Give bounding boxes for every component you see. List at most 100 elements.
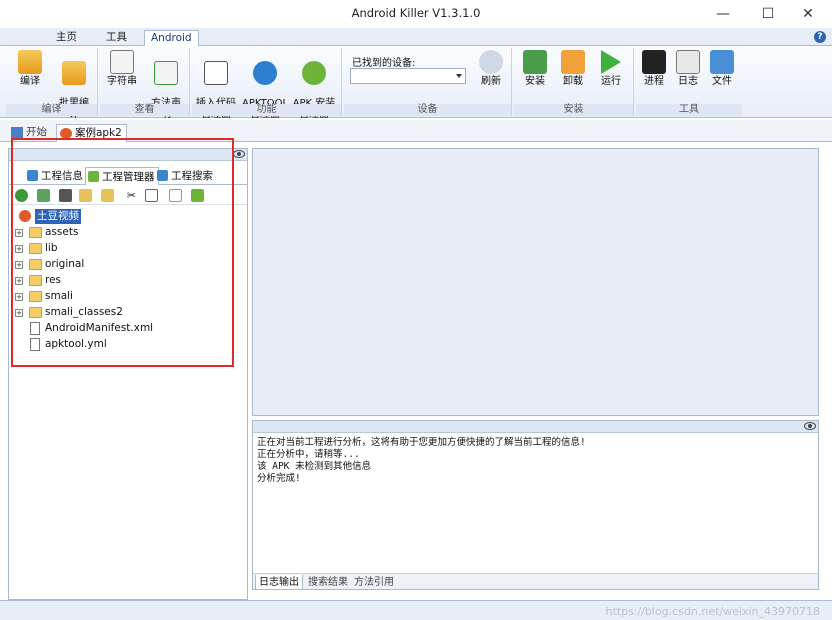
tree-item-label: AndroidManifest.xml xyxy=(45,322,154,334)
found-devices-label: 已找到的设备: xyxy=(352,58,416,69)
document-tab-bar: 开始 案例apk2 xyxy=(0,120,832,142)
tree-item-label: assets xyxy=(45,226,79,238)
log-panel: 正在对当前工程进行分析，这将有助于您更加方便快捷的了解当前工程的信息! 正在分析… xyxy=(252,420,819,590)
cut-icon[interactable]: ✂ xyxy=(125,189,138,202)
project-icon xyxy=(60,128,72,139)
log-button[interactable]: 日志 xyxy=(672,50,704,87)
window-icon[interactable] xyxy=(59,189,72,202)
watermark: https://blog.csdn.net/weixin_43970718 xyxy=(605,605,820,618)
run-button[interactable]: 运行 xyxy=(594,50,628,87)
refresh-button[interactable]: 刷新 xyxy=(474,50,508,87)
maximize-button[interactable]: ☐ xyxy=(752,3,784,25)
log-line: 正在对当前工程进行分析，这将有助于您更加方便快捷的了解当前工程的信息! xyxy=(257,437,586,448)
tree-item-label: apktool.yml xyxy=(45,338,107,350)
log-icon xyxy=(676,50,700,74)
device-group-label: 设备 xyxy=(344,104,511,116)
play-icon xyxy=(601,50,621,74)
view-group-label: 查看 xyxy=(100,104,189,116)
tab-project-manager[interactable]: 工程管理器 xyxy=(85,167,159,185)
apktool-icon xyxy=(253,61,277,85)
folder-icon xyxy=(29,307,42,318)
expand-icon[interactable]: + xyxy=(15,229,23,237)
log-line: 正在分析中，请稍等... xyxy=(257,449,360,460)
tree-item-label: smali xyxy=(45,290,73,302)
tree-item-label: lib xyxy=(45,242,58,254)
install-button[interactable]: 安装 xyxy=(518,50,552,87)
log-tab-bar: 日志输出 搜索结果 方法引用 xyxy=(253,573,818,590)
function-group: 插入代码 管理器 APKTOOL 管理器 APK 安装 管理器 功能 xyxy=(192,48,342,120)
menu-tab-bar: 主页 工具 Android ? xyxy=(0,28,832,46)
code-icon xyxy=(204,61,228,85)
tab-tools[interactable]: 工具 xyxy=(100,30,133,46)
expand-icon[interactable]: + xyxy=(15,245,23,253)
refresh-icon xyxy=(479,50,503,74)
compile-button[interactable]: 编译 xyxy=(10,50,50,87)
uninstall-button[interactable]: 卸载 xyxy=(556,50,590,87)
close-button[interactable]: ✕ xyxy=(792,3,824,25)
terminal-icon xyxy=(642,50,666,74)
install-icon xyxy=(523,50,547,74)
install-group-label: 安装 xyxy=(514,104,633,116)
batch-compile-icon xyxy=(62,61,86,85)
folder-icon xyxy=(29,259,42,270)
log-line: 分析完成! xyxy=(257,473,301,484)
file-icon xyxy=(30,322,40,335)
log-panel-header xyxy=(253,421,818,433)
android-icon[interactable] xyxy=(191,189,204,202)
folder-icon xyxy=(29,227,42,238)
folder-icon xyxy=(29,291,42,302)
tools-group: 进程 日志 文件 工具 xyxy=(636,48,742,116)
folder-icon xyxy=(29,243,42,254)
home-icon xyxy=(11,127,23,138)
strings-icon xyxy=(110,50,134,74)
view-group: 字符串 方法声 明 查看 xyxy=(100,48,190,120)
copy-icon[interactable] xyxy=(145,189,158,202)
strings-button[interactable]: 字符串 xyxy=(102,50,142,87)
editor-pane xyxy=(252,148,819,416)
function-group-label: 功能 xyxy=(192,104,341,116)
minimize-button[interactable]: — xyxy=(707,3,739,25)
status-bar: https://blog.csdn.net/weixin_43970718 xyxy=(0,600,832,620)
project-icon xyxy=(19,210,31,222)
file-icon xyxy=(30,338,40,351)
image-icon[interactable] xyxy=(37,189,50,202)
tab-start[interactable]: 开始 xyxy=(8,124,51,142)
process-button[interactable]: 进程 xyxy=(638,50,670,87)
help-icon[interactable]: ? xyxy=(814,31,826,43)
eye-icon[interactable] xyxy=(233,150,245,158)
project-subtabs: 工程信息 工程管理器 工程搜索 xyxy=(9,163,247,185)
android-icon xyxy=(88,171,99,182)
log-output: 正在对当前工程进行分析，这将有助于您更加方便快捷的了解当前工程的信息! 正在分析… xyxy=(257,437,586,485)
tree-item-label: smali_classes2 xyxy=(45,306,123,318)
tools-group-label: 工具 xyxy=(636,104,742,116)
project-toolbar: ✂ xyxy=(9,187,247,205)
tab-method-references[interactable]: 方法引用 xyxy=(351,575,397,590)
tab-log-output[interactable]: 日志输出 xyxy=(255,575,303,590)
chevron-down-icon xyxy=(456,74,462,78)
refresh-icon[interactable] xyxy=(15,189,28,202)
install-group: 安装 卸载 运行 安装 xyxy=(514,48,634,116)
tab-android[interactable]: Android xyxy=(144,30,199,46)
open-folder-icon[interactable] xyxy=(79,189,92,202)
file-button[interactable]: 文件 xyxy=(706,50,738,87)
text-icon[interactable] xyxy=(169,189,182,202)
tab-case-apk2[interactable]: 案例apk2 xyxy=(56,124,127,142)
tab-search-results[interactable]: 搜索结果 xyxy=(305,575,351,590)
expand-icon[interactable]: + xyxy=(15,293,23,301)
search-icon xyxy=(157,170,168,181)
tab-home[interactable]: 主页 xyxy=(50,30,83,46)
tab-project-info[interactable]: 工程信息 xyxy=(25,167,86,185)
file-manager-icon xyxy=(710,50,734,74)
tree-item-label: res xyxy=(45,274,62,286)
expand-icon[interactable]: + xyxy=(15,277,23,285)
android-icon xyxy=(302,61,326,85)
tab-project-search[interactable]: 工程搜索 xyxy=(155,167,216,185)
expand-icon[interactable]: + xyxy=(15,261,23,269)
info-icon xyxy=(27,170,38,181)
compile-group-label: 编译 xyxy=(6,104,97,116)
device-dropdown[interactable] xyxy=(350,68,466,84)
expand-icon[interactable]: + xyxy=(15,309,23,317)
uninstall-icon xyxy=(561,50,585,74)
eye-icon[interactable] xyxy=(804,422,816,430)
folder-icon[interactable] xyxy=(101,189,114,202)
